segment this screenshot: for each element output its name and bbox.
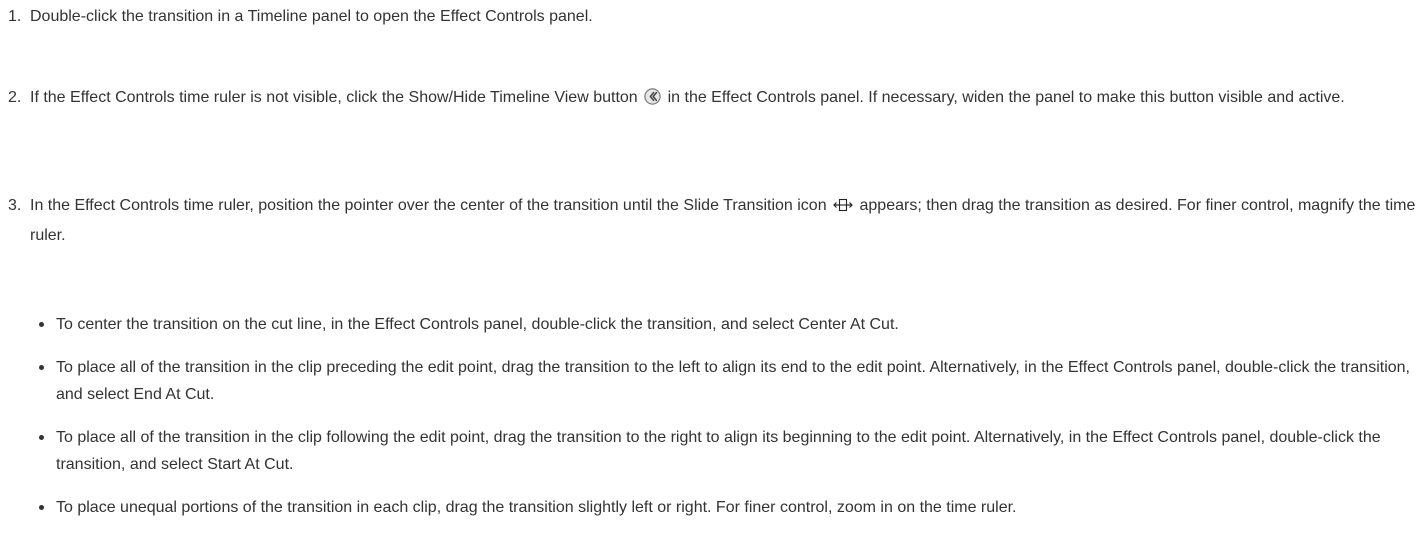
step-text-before-icon: If the Effect Controls time ruler is not… [30, 89, 638, 106]
bullet-icon [39, 435, 44, 440]
step-text: Double-click the transition in a Timelin… [30, 8, 593, 25]
list-item-text: To place all of the transition in the cl… [56, 359, 1410, 403]
step-number: 2. [8, 89, 22, 106]
list-item: To place all of the transition in the cl… [37, 354, 1422, 408]
step-text-before-icon: In the Effect Controls time ruler, posit… [30, 197, 827, 214]
bullet-icon [39, 365, 44, 370]
step-2: 2. If the Effect Controls time ruler is … [8, 84, 1422, 114]
step-3: 3. In the Effect Controls time ruler, po… [8, 192, 1422, 249]
bullet-icon [39, 322, 44, 327]
bullet-icon [39, 505, 44, 510]
list-item: To place all of the transition in the cl… [37, 424, 1422, 478]
bullet-list: To center the transition on the cut line… [37, 311, 1422, 537]
list-item: To center the transition on the cut line… [37, 311, 1422, 338]
step-text-after-icon: in the Effect Controls panel. If necessa… [667, 89, 1345, 106]
step-number: 3. [8, 197, 22, 214]
list-item-text: To place unequal portions of the transit… [56, 499, 1017, 516]
list-item-text: To place all of the transition in the cl… [56, 429, 1381, 473]
list-item: To place unequal portions of the transit… [37, 494, 1422, 521]
show-hide-timeline-view-icon [644, 87, 661, 114]
step-1: 1. Double-click the transition in a Time… [8, 3, 1422, 30]
slide-transition-icon [833, 195, 853, 222]
list-item-text: To center the transition on the cut line… [56, 316, 899, 333]
step-number: 1. [8, 8, 22, 25]
